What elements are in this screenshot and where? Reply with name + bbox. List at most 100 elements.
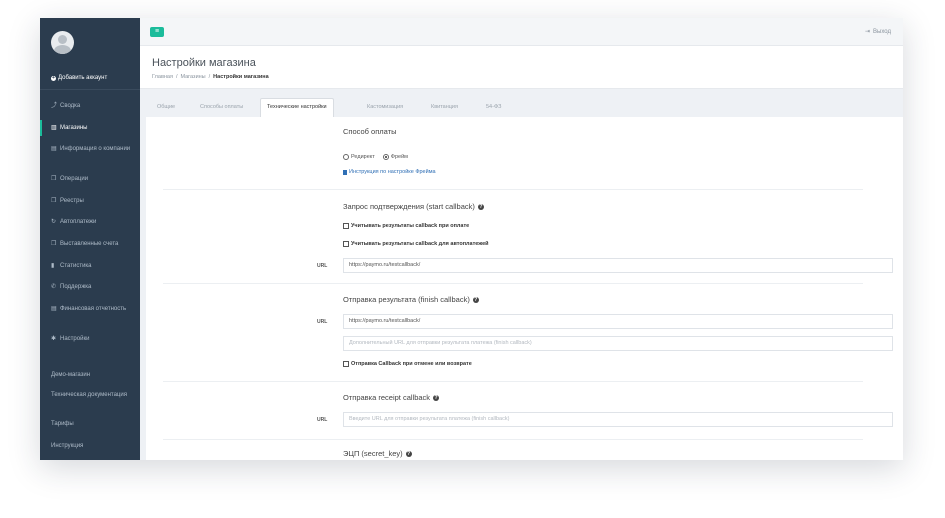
sidebar-item-registries[interactable]: ❐ Реестры xyxy=(40,198,140,205)
document-icon xyxy=(343,169,347,175)
breadcrumb-separator: / xyxy=(208,74,211,80)
finish-callback-url-label: URL xyxy=(317,319,328,325)
start-callback-title-text: Запрос подтверждения (start callback) xyxy=(343,202,475,211)
check-callback-payment[interactable]: Учитывать результаты callback при оплате xyxy=(343,223,469,229)
bar-chart-icon: ▮ xyxy=(51,263,55,269)
avatar-head xyxy=(58,35,67,44)
receipt-callback-url-input[interactable]: Введите URL для отправки результата плат… xyxy=(343,412,893,427)
receipt-callback-url-label: URL xyxy=(317,417,328,423)
top-bar: ≡ ⇥ Выход xyxy=(140,18,903,46)
breadcrumb-current: Настройки магазина xyxy=(213,74,269,80)
logout-label: Выход xyxy=(873,28,891,35)
payment-method-title-text: Способ оплаты xyxy=(343,127,397,136)
frame-instruction-label: Инструкция по настройке Фрейма xyxy=(349,169,436,175)
radio-redirect[interactable]: Редирект xyxy=(343,154,375,160)
sidebar-item-label: Магазины xyxy=(60,125,88,131)
sidebar-item-company-info[interactable]: ▤ Информация о компании xyxy=(40,146,140,153)
file-icon: ▤ xyxy=(51,146,57,152)
finish-callback-url-input[interactable]: https://paymo.ru/testcallback/ xyxy=(343,314,893,329)
secret-key-title: ЭЦП (secret_key) ? xyxy=(343,449,412,458)
check-callback-cancel-label: Отправка Callback при отмене или возврат… xyxy=(351,361,472,367)
chart-icon: ⤴ xyxy=(51,103,58,109)
sidebar-item-label: Финансовая отчетность xyxy=(60,306,127,312)
help-icon[interactable]: ? xyxy=(477,203,484,210)
sidebar-item-settings[interactable]: ✱ Настройки xyxy=(40,336,140,343)
tariffs-link[interactable]: Тарифы xyxy=(51,421,74,428)
help-icon[interactable]: ? xyxy=(405,450,412,457)
checkbox-icon xyxy=(343,241,349,247)
copy-icon: ❐ xyxy=(51,198,57,204)
help-icon[interactable]: ? xyxy=(472,296,479,303)
tech-docs-link[interactable]: Техническая документация xyxy=(51,392,127,399)
tab-customization[interactable]: Кастомизация xyxy=(361,100,409,115)
check-callback-autopay[interactable]: Учитывать результаты callback для автопл… xyxy=(343,241,489,247)
sidebar-item-label: Информация о компании xyxy=(60,146,131,152)
divider xyxy=(163,439,863,440)
tabs: Общие Способы оплаты Технические настрой… xyxy=(140,98,903,117)
finish-callback-extra-url-input[interactable]: Дополнительный URL для отправки результа… xyxy=(343,336,893,351)
check-callback-autopay-label: Учитывать результаты callback для автопл… xyxy=(351,241,489,247)
start-callback-title: Запрос подтверждения (start callback) ? xyxy=(343,202,484,211)
frame-instruction-link[interactable]: Инструкция по настройке Фрейма xyxy=(343,169,436,175)
sidebar-item-label: Настройки xyxy=(60,336,90,342)
instruction-link[interactable]: Инструкция xyxy=(51,443,83,450)
tab-general[interactable]: Общие xyxy=(151,100,181,115)
breadcrumb: Главная / Магазины / Настройки магазина xyxy=(152,74,269,80)
sidebar-item-label: Операции xyxy=(60,176,89,182)
sidebar-item-summary[interactable]: ⤴ Сводка xyxy=(40,103,140,110)
sidebar-item-autopayments[interactable]: ↻ Автоплатежи xyxy=(40,219,140,226)
copy-icon: ❐ xyxy=(51,176,57,182)
tab-54fz[interactable]: 54-ФЗ xyxy=(480,100,507,115)
demo-shop-link[interactable]: Демо-магазин xyxy=(51,372,90,379)
payment-method-radios: Редирект Фрейм xyxy=(343,154,408,160)
checkbox-icon xyxy=(343,361,349,367)
phone-icon: ✆ xyxy=(51,284,57,290)
logout-icon: ⇥ xyxy=(865,29,871,35)
plus-icon: + xyxy=(51,74,56,81)
sidebar-item-operations[interactable]: ❐ Операции xyxy=(40,176,140,183)
radio-frame[interactable]: Фрейм xyxy=(382,154,408,160)
receipt-callback-title-text: Отправка receipt callback xyxy=(343,393,431,402)
tab-receipt[interactable]: Квитанция xyxy=(425,100,464,115)
avatar-body xyxy=(54,45,71,54)
breadcrumb-home[interactable]: Главная xyxy=(152,74,173,80)
sidebar-item-invoices[interactable]: ❐ Выставленные счета xyxy=(40,241,140,248)
breadcrumb-shops[interactable]: Магазины xyxy=(180,74,205,80)
sidebar-item-statistics[interactable]: ▮ Статистика xyxy=(40,263,140,270)
payment-method-title: Способ оплаты xyxy=(343,127,396,136)
finish-callback-title-text: Отправка результата (finish callback) xyxy=(343,295,470,304)
sidebar-item-label: Выставленные счета xyxy=(60,241,119,247)
sidebar-item-support[interactable]: ✆ Поддержка xyxy=(40,284,140,291)
divider xyxy=(163,381,863,382)
menu-toggle-button[interactable]: ≡ xyxy=(150,27,164,37)
radio-redirect-label: Редирект xyxy=(351,154,375,160)
check-callback-cancel[interactable]: Отправка Callback при отмене или возврат… xyxy=(343,361,472,367)
add-account-label: Добавить аккаунт xyxy=(58,75,108,81)
radio-frame-label: Фрейм xyxy=(390,154,408,160)
sidebar-item-shops[interactable]: ▥ Магазины xyxy=(40,120,140,136)
receipt-callback-title: Отправка receipt callback ? xyxy=(343,393,440,402)
breadcrumb-separator: / xyxy=(175,74,178,80)
settings-form: Способ оплаты Редирект Фрейм Инструкция … xyxy=(146,117,903,460)
help-icon[interactable]: ? xyxy=(433,394,440,401)
app-window: + Добавить аккаунт ⤴ Сводка ▥ Магазины ▤… xyxy=(40,18,903,460)
tab-technical-settings[interactable]: Технические настройки xyxy=(260,98,334,117)
page-header: Настройки магазина Главная / Магазины / … xyxy=(140,46,903,89)
refresh-icon: ↻ xyxy=(51,219,57,225)
sidebar-item-financial-reports[interactable]: ▤ Финансовая отчетность xyxy=(40,306,140,313)
sidebar-profile: + Добавить аккаунт xyxy=(40,18,140,90)
start-callback-url-input[interactable]: https://paymo.ru/testcallback/ xyxy=(343,258,893,273)
bank-icon: ▥ xyxy=(51,125,57,131)
radio-checked-icon xyxy=(382,154,389,160)
start-callback-url-label: URL xyxy=(317,263,328,269)
hamburger-icon: ≡ xyxy=(154,28,160,35)
tab-payment-methods[interactable]: Способы оплаты xyxy=(194,100,249,115)
logout-button[interactable]: ⇥ Выход xyxy=(865,28,891,36)
avatar[interactable] xyxy=(51,31,74,54)
gear-icon: ✱ xyxy=(51,336,57,342)
file-icon: ▤ xyxy=(51,306,57,312)
add-account-button[interactable]: + Добавить аккаунт xyxy=(51,75,107,81)
copy-icon: ❐ xyxy=(51,241,57,247)
divider xyxy=(163,283,863,284)
secret-key-title-text: ЭЦП (secret_key) xyxy=(343,449,403,458)
